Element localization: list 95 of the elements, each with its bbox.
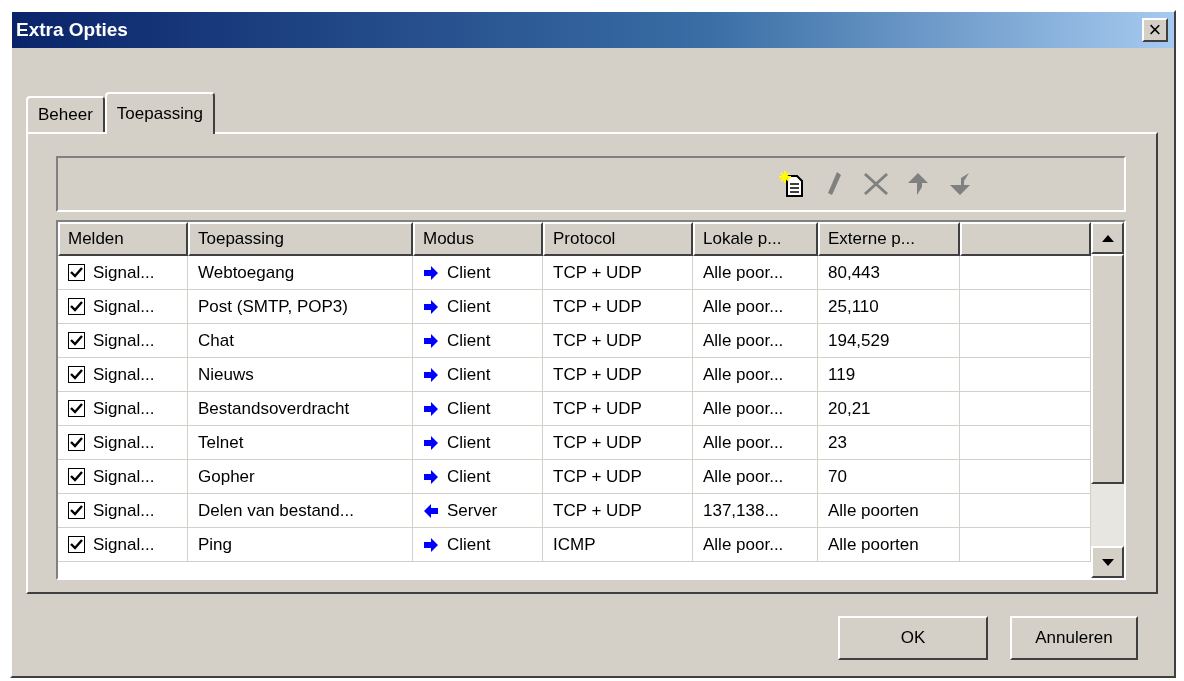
checkbox[interactable] [68, 400, 85, 417]
column-header[interactable]: Lokale p... [693, 222, 818, 256]
table-cell: Nieuws [188, 358, 413, 392]
toolbar-button[interactable] [778, 170, 806, 198]
table-cell: 119 [818, 358, 960, 392]
ok-button[interactable]: OK [838, 616, 988, 660]
down-arrow-icon [948, 172, 972, 196]
checkmark-icon [70, 369, 83, 380]
table-cell: Alle poor... [693, 290, 818, 324]
checkbox[interactable] [68, 298, 85, 315]
column-header[interactable]: Modus [413, 222, 543, 256]
mode-text: Client [447, 466, 491, 487]
report-text: Signal... [93, 500, 155, 521]
checkmark-icon [70, 539, 83, 550]
table-cell: TCP + UDP [543, 324, 693, 358]
table-cell: Chat [188, 324, 413, 358]
report-text: Signal... [93, 330, 155, 351]
table-cell: Alle poorten [818, 494, 960, 528]
table-cell: TCP + UDP [543, 358, 693, 392]
table-cell: TCP + UDP [543, 494, 693, 528]
table-cell: Alle poor... [693, 426, 818, 460]
table-cell: ICMP [543, 528, 693, 562]
checkbox[interactable] [68, 468, 85, 485]
checkmark-icon [70, 505, 83, 516]
checkbox[interactable] [68, 264, 85, 281]
close-button[interactable]: × [1142, 18, 1168, 42]
tab[interactable]: Toepassing [104, 92, 215, 134]
column-header[interactable]: Melden [58, 222, 188, 256]
pencil-icon [826, 171, 842, 197]
table-cell: Alle poor... [693, 324, 818, 358]
table-cell: TCP + UDP [543, 256, 693, 290]
checkbox[interactable] [68, 502, 85, 519]
table-cell: 80,443 [818, 256, 960, 290]
table-cell: Alle poor... [693, 528, 818, 562]
table-cell: Ping [188, 528, 413, 562]
table-cell: Bestandsoverdracht [188, 392, 413, 426]
report-text: Signal... [93, 364, 155, 385]
mode-text: Client [447, 534, 491, 555]
down-triangle-icon [1101, 558, 1114, 566]
table-cell: 194,529 [818, 324, 960, 358]
checkmark-icon [70, 267, 83, 278]
mode-text: Client [447, 296, 491, 317]
checkmark-icon [70, 301, 83, 312]
table-cell: 25,110 [818, 290, 960, 324]
table-cell: 20,21 [818, 392, 960, 426]
mode-text: Client [447, 364, 491, 385]
table-cell: Alle poor... [693, 358, 818, 392]
table-cell: Alle poor... [693, 256, 818, 290]
report-text: Signal... [93, 466, 155, 487]
table-cell: Telnet [188, 426, 413, 460]
report-text: Signal... [93, 432, 155, 453]
window-title: Extra Opties [16, 19, 128, 41]
table-cell: Post (SMTP, POP3) [188, 290, 413, 324]
scroll-thumb[interactable] [1091, 254, 1124, 484]
up-arrow-icon [906, 172, 930, 196]
mode-text: Client [447, 330, 491, 351]
scroll-down-button[interactable] [1091, 546, 1124, 578]
mode-text: Client [447, 262, 491, 283]
delete-icon [863, 172, 889, 196]
checkmark-icon [70, 403, 83, 414]
table-cell: Delen van bestand... [188, 494, 413, 528]
table-cell: 137,138... [693, 494, 818, 528]
checkbox[interactable] [68, 366, 85, 383]
checkmark-icon [70, 437, 83, 448]
new-document-icon [779, 170, 805, 198]
mode-text: Client [447, 432, 491, 453]
table-cell: TCP + UDP [543, 290, 693, 324]
table-cell: Alle poor... [693, 392, 818, 426]
table-cell: 23 [818, 426, 960, 460]
report-text: Signal... [93, 534, 155, 555]
mode-text: Server [447, 500, 498, 521]
report-text: Signal... [93, 398, 155, 419]
checkmark-icon [70, 335, 83, 346]
column-header[interactable]: Protocol [543, 222, 693, 256]
tab[interactable]: Beheer [26, 96, 105, 132]
scroll-up-button[interactable] [1091, 222, 1124, 254]
table-cell: Alle poor... [693, 460, 818, 494]
table-cell: TCP + UDP [543, 392, 693, 426]
table-cell: TCP + UDP [543, 460, 693, 494]
table-cell: Alle poorten [818, 528, 960, 562]
mode-text: Client [447, 398, 491, 419]
report-text: Signal... [93, 262, 155, 283]
checkbox[interactable] [68, 536, 85, 553]
checkbox[interactable] [68, 434, 85, 451]
checkmark-icon [70, 471, 83, 482]
table-cell: Gopher [188, 460, 413, 494]
table-cell: Webtoegang [188, 256, 413, 290]
table-cell: 70 [818, 460, 960, 494]
cancel-button[interactable]: Annuleren [1010, 616, 1138, 660]
column-header[interactable]: Toepassing [188, 222, 413, 256]
table-cell: TCP + UDP [543, 426, 693, 460]
report-text: Signal... [93, 296, 155, 317]
up-triangle-icon [1101, 234, 1114, 242]
column-header[interactable]: Externe p... [818, 222, 960, 256]
checkbox[interactable] [68, 332, 85, 349]
